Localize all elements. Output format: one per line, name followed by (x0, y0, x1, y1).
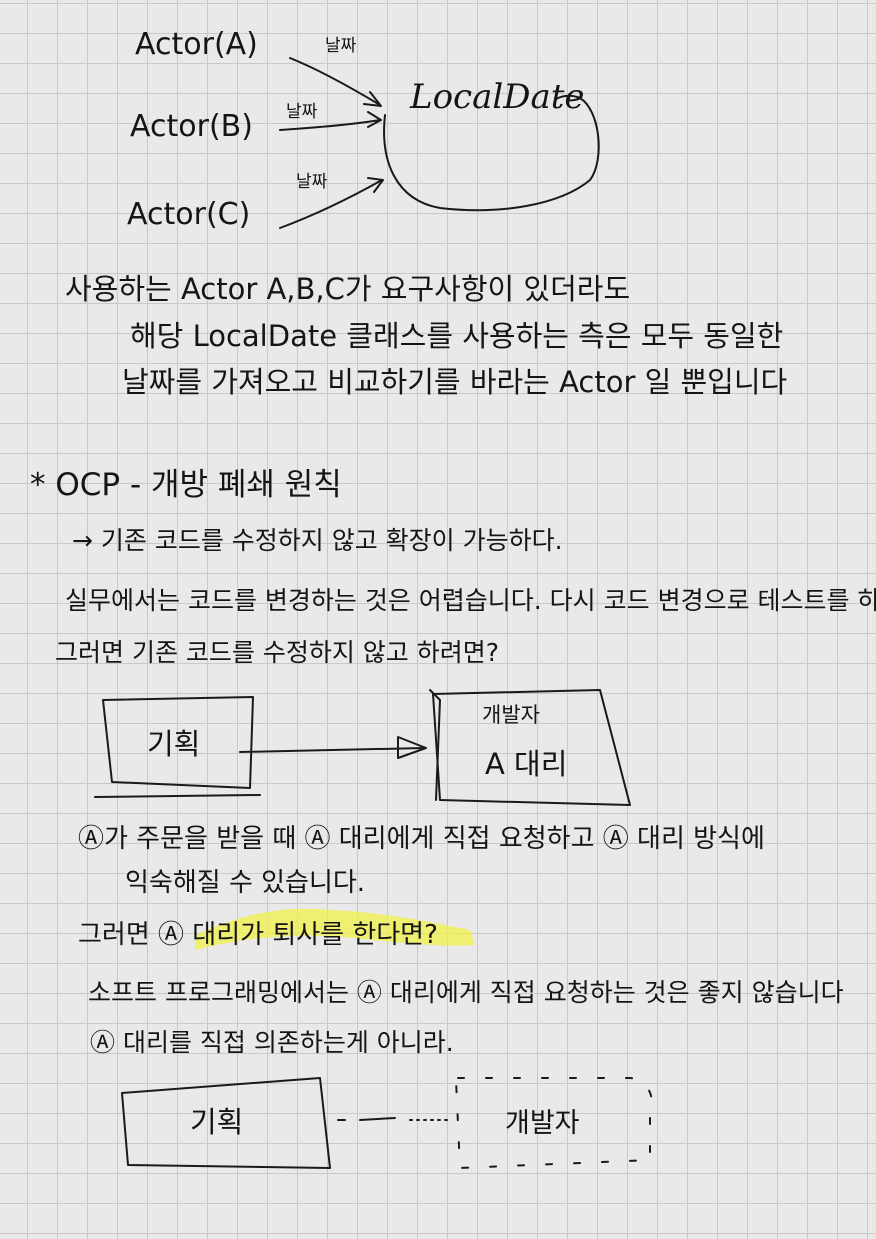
diagram3-left-box-label: 기획 (190, 1105, 244, 1139)
diagram3-lines (121, 1077, 654, 1169)
diagram3-right-box-label: 개발자 (505, 1108, 580, 1139)
